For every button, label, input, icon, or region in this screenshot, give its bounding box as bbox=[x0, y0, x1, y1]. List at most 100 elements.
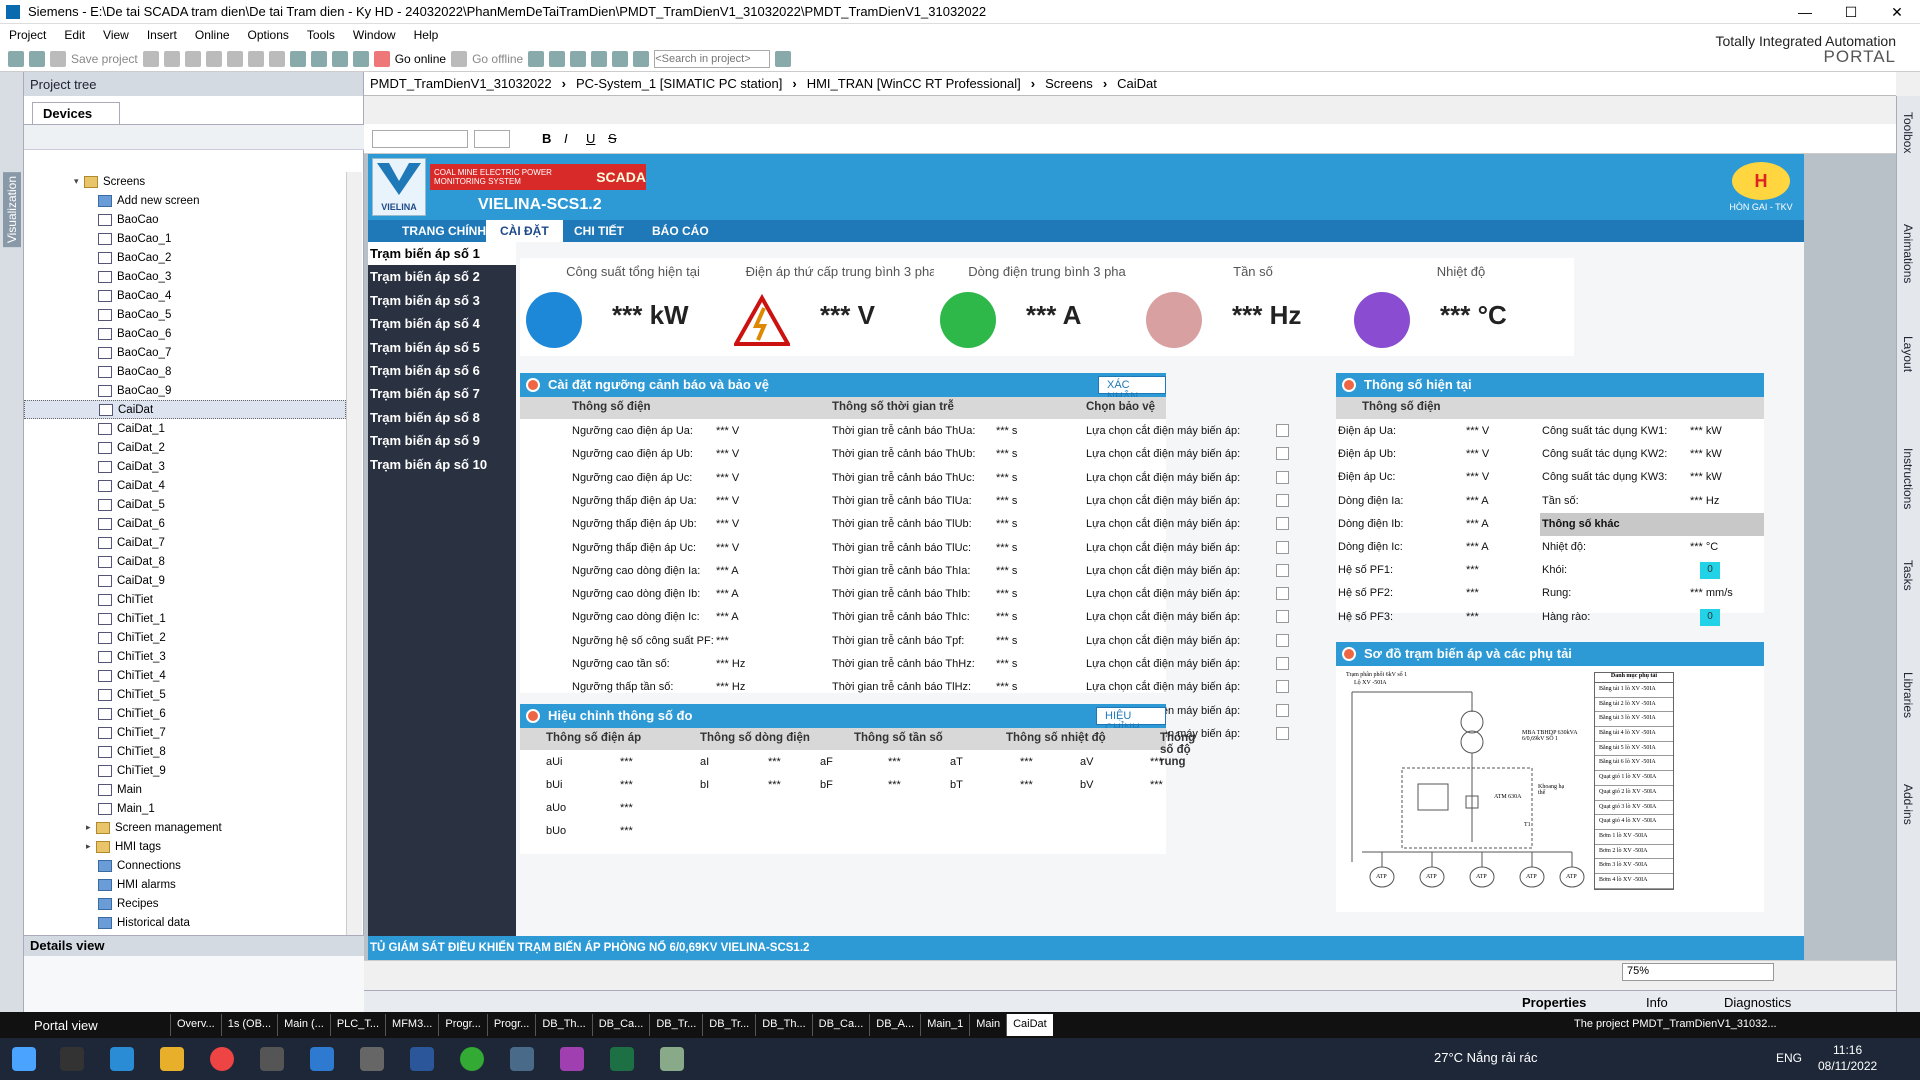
clock[interactable]: 11:16 08/11/2022 bbox=[1818, 1042, 1877, 1074]
tree-item[interactable]: ChiTiet_8 bbox=[24, 742, 346, 761]
paste-icon[interactable] bbox=[205, 50, 222, 67]
compile-icon[interactable] bbox=[289, 50, 306, 67]
editor-tab[interactable]: DB_Th... bbox=[755, 1014, 811, 1036]
delete-icon[interactable] bbox=[226, 50, 243, 67]
italic-icon[interactable]: I bbox=[564, 131, 568, 146]
tree-item[interactable]: ChiTiet bbox=[24, 590, 346, 609]
task-card-instructions[interactable]: Instructions bbox=[1901, 448, 1915, 509]
word-icon[interactable] bbox=[410, 1047, 434, 1071]
task-card-libraries[interactable]: Libraries bbox=[1901, 672, 1915, 718]
task-card-tasks[interactable]: Tasks bbox=[1901, 560, 1915, 591]
copy-icon[interactable] bbox=[184, 50, 201, 67]
font-name-field[interactable] bbox=[372, 130, 468, 148]
tree-item[interactable]: BaoCao_1 bbox=[24, 229, 346, 248]
tree-item[interactable]: HMI alarms bbox=[24, 875, 346, 894]
menu-view[interactable]: View bbox=[94, 28, 138, 42]
editor-tab[interactable]: Progr... bbox=[486, 1014, 535, 1036]
calibrate-button[interactable]: HIỆU CHỈNH bbox=[1096, 707, 1166, 734]
media-icon[interactable] bbox=[560, 1047, 584, 1071]
chrome-alt-icon[interactable] bbox=[460, 1047, 484, 1071]
editor-tab[interactable]: DB_Tr... bbox=[702, 1014, 755, 1036]
protection-checkbox[interactable] bbox=[1276, 587, 1289, 601]
task-card-layout[interactable]: Layout bbox=[1901, 336, 1915, 372]
tree-item[interactable]: CaiDat_1 bbox=[24, 419, 346, 438]
tree-item[interactable]: ChiTiet_2 bbox=[24, 628, 346, 647]
tia-portal-icon[interactable] bbox=[510, 1047, 534, 1071]
tree-item[interactable]: CaiDat_6 bbox=[24, 514, 346, 533]
app-icon[interactable] bbox=[360, 1047, 384, 1071]
menu-online[interactable]: Online bbox=[186, 28, 239, 42]
menu-window[interactable]: Window bbox=[344, 28, 405, 42]
breadcrumb-item[interactable]: Screens bbox=[1045, 76, 1093, 91]
tree-item[interactable]: BaoCao_2 bbox=[24, 248, 346, 267]
strikethrough-icon[interactable]: S bbox=[608, 131, 617, 146]
tree-item[interactable]: ChiTiet_7 bbox=[24, 723, 346, 742]
protection-checkbox[interactable] bbox=[1276, 633, 1289, 647]
details-view-title[interactable]: Details view bbox=[24, 936, 364, 956]
station-item[interactable]: Trạm biến áp số 7 bbox=[368, 382, 516, 405]
task-card-add-ins[interactable]: Add-ins bbox=[1901, 784, 1915, 825]
editor-tab[interactable]: DB_Ca... bbox=[811, 1014, 870, 1036]
tree-item[interactable]: BaoCao bbox=[24, 210, 346, 229]
tree-item[interactable]: CaiDat bbox=[24, 400, 346, 419]
save-project-button[interactable]: Save project bbox=[71, 52, 138, 66]
search-icon[interactable] bbox=[60, 1047, 84, 1071]
go-offline-icon[interactable] bbox=[451, 50, 468, 67]
protection-checkbox[interactable] bbox=[1276, 703, 1289, 717]
editor-tab[interactable]: Main (... bbox=[277, 1014, 330, 1036]
station-item[interactable]: Trạm biến áp số 10 bbox=[368, 453, 516, 476]
station-item[interactable]: Trạm biến áp số 2 bbox=[368, 265, 516, 288]
stop-cpu-icon[interactable] bbox=[570, 50, 587, 67]
close-icon[interactable]: ✕ bbox=[1874, 0, 1920, 24]
search-go-icon[interactable] bbox=[775, 50, 792, 67]
open-project-icon[interactable] bbox=[29, 50, 45, 67]
properties-tab[interactable]: Properties bbox=[1522, 995, 1586, 1010]
excel-icon[interactable] bbox=[610, 1047, 634, 1071]
tree-item[interactable]: Connections bbox=[24, 856, 346, 875]
print-icon[interactable] bbox=[142, 50, 159, 67]
protection-checkbox[interactable] bbox=[1276, 680, 1289, 694]
editor-tab[interactable]: DB_Th... bbox=[535, 1014, 591, 1036]
editor-tab[interactable]: DB_Ca... bbox=[591, 1014, 650, 1036]
protection-checkbox[interactable] bbox=[1276, 540, 1289, 554]
bold-icon[interactable]: B bbox=[542, 131, 551, 146]
minimize-icon[interactable]: — bbox=[1782, 0, 1828, 24]
station-item[interactable]: Trạm biến áp số 6 bbox=[368, 359, 516, 382]
tree-item[interactable]: ▾ Screens bbox=[24, 172, 346, 191]
nav-tab[interactable]: CÀI ĐẶT bbox=[486, 220, 563, 242]
breadcrumb-item[interactable]: PMDT_TramDienV1_31032022 bbox=[370, 76, 552, 91]
nav-tab[interactable]: BÁO CÁO bbox=[652, 224, 709, 238]
editor-tab[interactable]: DB_A... bbox=[869, 1014, 920, 1036]
go-online-icon[interactable] bbox=[373, 50, 390, 67]
tree-item[interactable]: CaiDat_7 bbox=[24, 533, 346, 552]
tree-item[interactable]: ChiTiet_6 bbox=[24, 704, 346, 723]
windows-start-icon[interactable] bbox=[12, 1047, 36, 1071]
go-online-button[interactable]: Go online bbox=[395, 52, 446, 66]
breadcrumb-item[interactable]: HMI_TRAN [WinCC RT Professional] bbox=[807, 76, 1021, 91]
tree-item[interactable]: CaiDat_3 bbox=[24, 457, 346, 476]
diagnostics-tab[interactable]: Diagnostics bbox=[1724, 995, 1791, 1010]
station-item[interactable]: Trạm biến áp số 9 bbox=[368, 429, 516, 452]
menu-tools[interactable]: Tools bbox=[298, 28, 344, 42]
tree-item[interactable]: BaoCao_5 bbox=[24, 305, 346, 324]
mail-icon[interactable] bbox=[310, 1047, 334, 1071]
editor-tab[interactable]: Overv... bbox=[170, 1014, 221, 1036]
protection-checkbox[interactable] bbox=[1276, 470, 1289, 484]
chrome-icon[interactable] bbox=[210, 1047, 234, 1071]
tree-item[interactable]: BaoCao_4 bbox=[24, 286, 346, 305]
menu-options[interactable]: Options bbox=[239, 28, 298, 42]
tree-item[interactable]: Main_1 bbox=[24, 799, 346, 818]
task-card-animations[interactable]: Animations bbox=[1901, 224, 1915, 283]
menu-insert[interactable]: Insert bbox=[138, 28, 186, 42]
protection-checkbox[interactable] bbox=[1276, 610, 1289, 624]
task-card-toolbox[interactable]: Toolbox bbox=[1901, 112, 1915, 153]
tree-item[interactable]: CaiDat_9 bbox=[24, 571, 346, 590]
cut-icon[interactable] bbox=[163, 50, 180, 67]
tree-item[interactable]: ChiTiet_9 bbox=[24, 761, 346, 780]
menu-help[interactable]: Help bbox=[405, 28, 448, 42]
protection-checkbox[interactable] bbox=[1276, 517, 1289, 531]
language-indicator[interactable]: ENG bbox=[1776, 1051, 1802, 1065]
maximize-icon[interactable]: ☐ bbox=[1828, 0, 1874, 24]
split-horizontal-icon[interactable] bbox=[612, 50, 629, 67]
tree-item[interactable]: BaoCao_7 bbox=[24, 343, 346, 362]
